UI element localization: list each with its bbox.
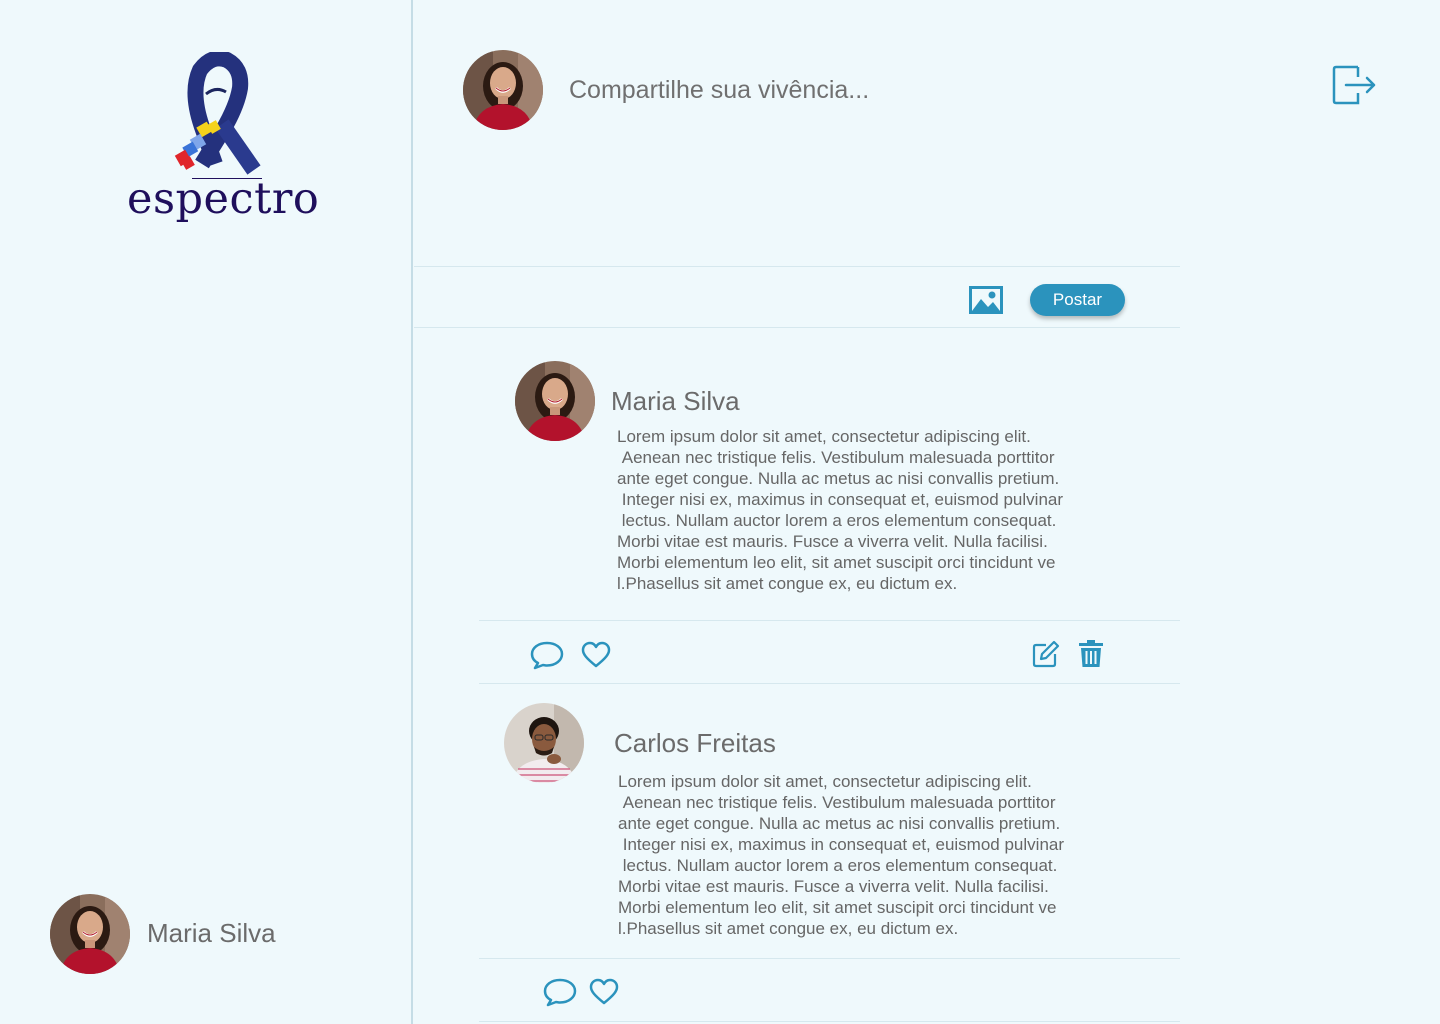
logout-icon[interactable] xyxy=(1330,63,1378,107)
image-icon[interactable] xyxy=(968,285,1004,315)
composer-divider-top xyxy=(414,266,1180,267)
post-body: Lorem ipsum dolor sit amet, consectetur … xyxy=(617,427,1064,593)
post-button[interactable]: Postar xyxy=(1030,284,1125,316)
heart-icon[interactable] xyxy=(589,978,619,1006)
logo-text: espectro xyxy=(127,174,320,224)
sidebar-user-name[interactable]: Maria Silva xyxy=(147,918,276,949)
post-author[interactable]: Carlos Freitas xyxy=(614,728,776,759)
composer-avatar xyxy=(463,50,543,130)
post-divider xyxy=(479,620,1180,621)
trash-icon[interactable] xyxy=(1078,640,1104,668)
post-divider xyxy=(479,958,1180,959)
heart-icon[interactable] xyxy=(581,641,611,669)
sidebar: espectro Maria Silva xyxy=(0,0,413,1024)
post-avatar[interactable] xyxy=(504,703,584,783)
comment-icon[interactable] xyxy=(543,977,577,1007)
composer-divider-bottom xyxy=(414,327,1180,328)
post-avatar[interactable] xyxy=(515,361,595,441)
post-body: Lorem ipsum dolor sit amet, consectetur … xyxy=(618,772,1065,938)
composer-input[interactable] xyxy=(569,74,1129,106)
edit-icon[interactable] xyxy=(1032,640,1060,668)
post-divider xyxy=(479,1021,1180,1022)
post-divider xyxy=(479,683,1180,684)
post-author[interactable]: Maria Silva xyxy=(611,386,740,417)
comment-icon[interactable] xyxy=(530,640,564,670)
sidebar-avatar[interactable] xyxy=(50,894,130,974)
